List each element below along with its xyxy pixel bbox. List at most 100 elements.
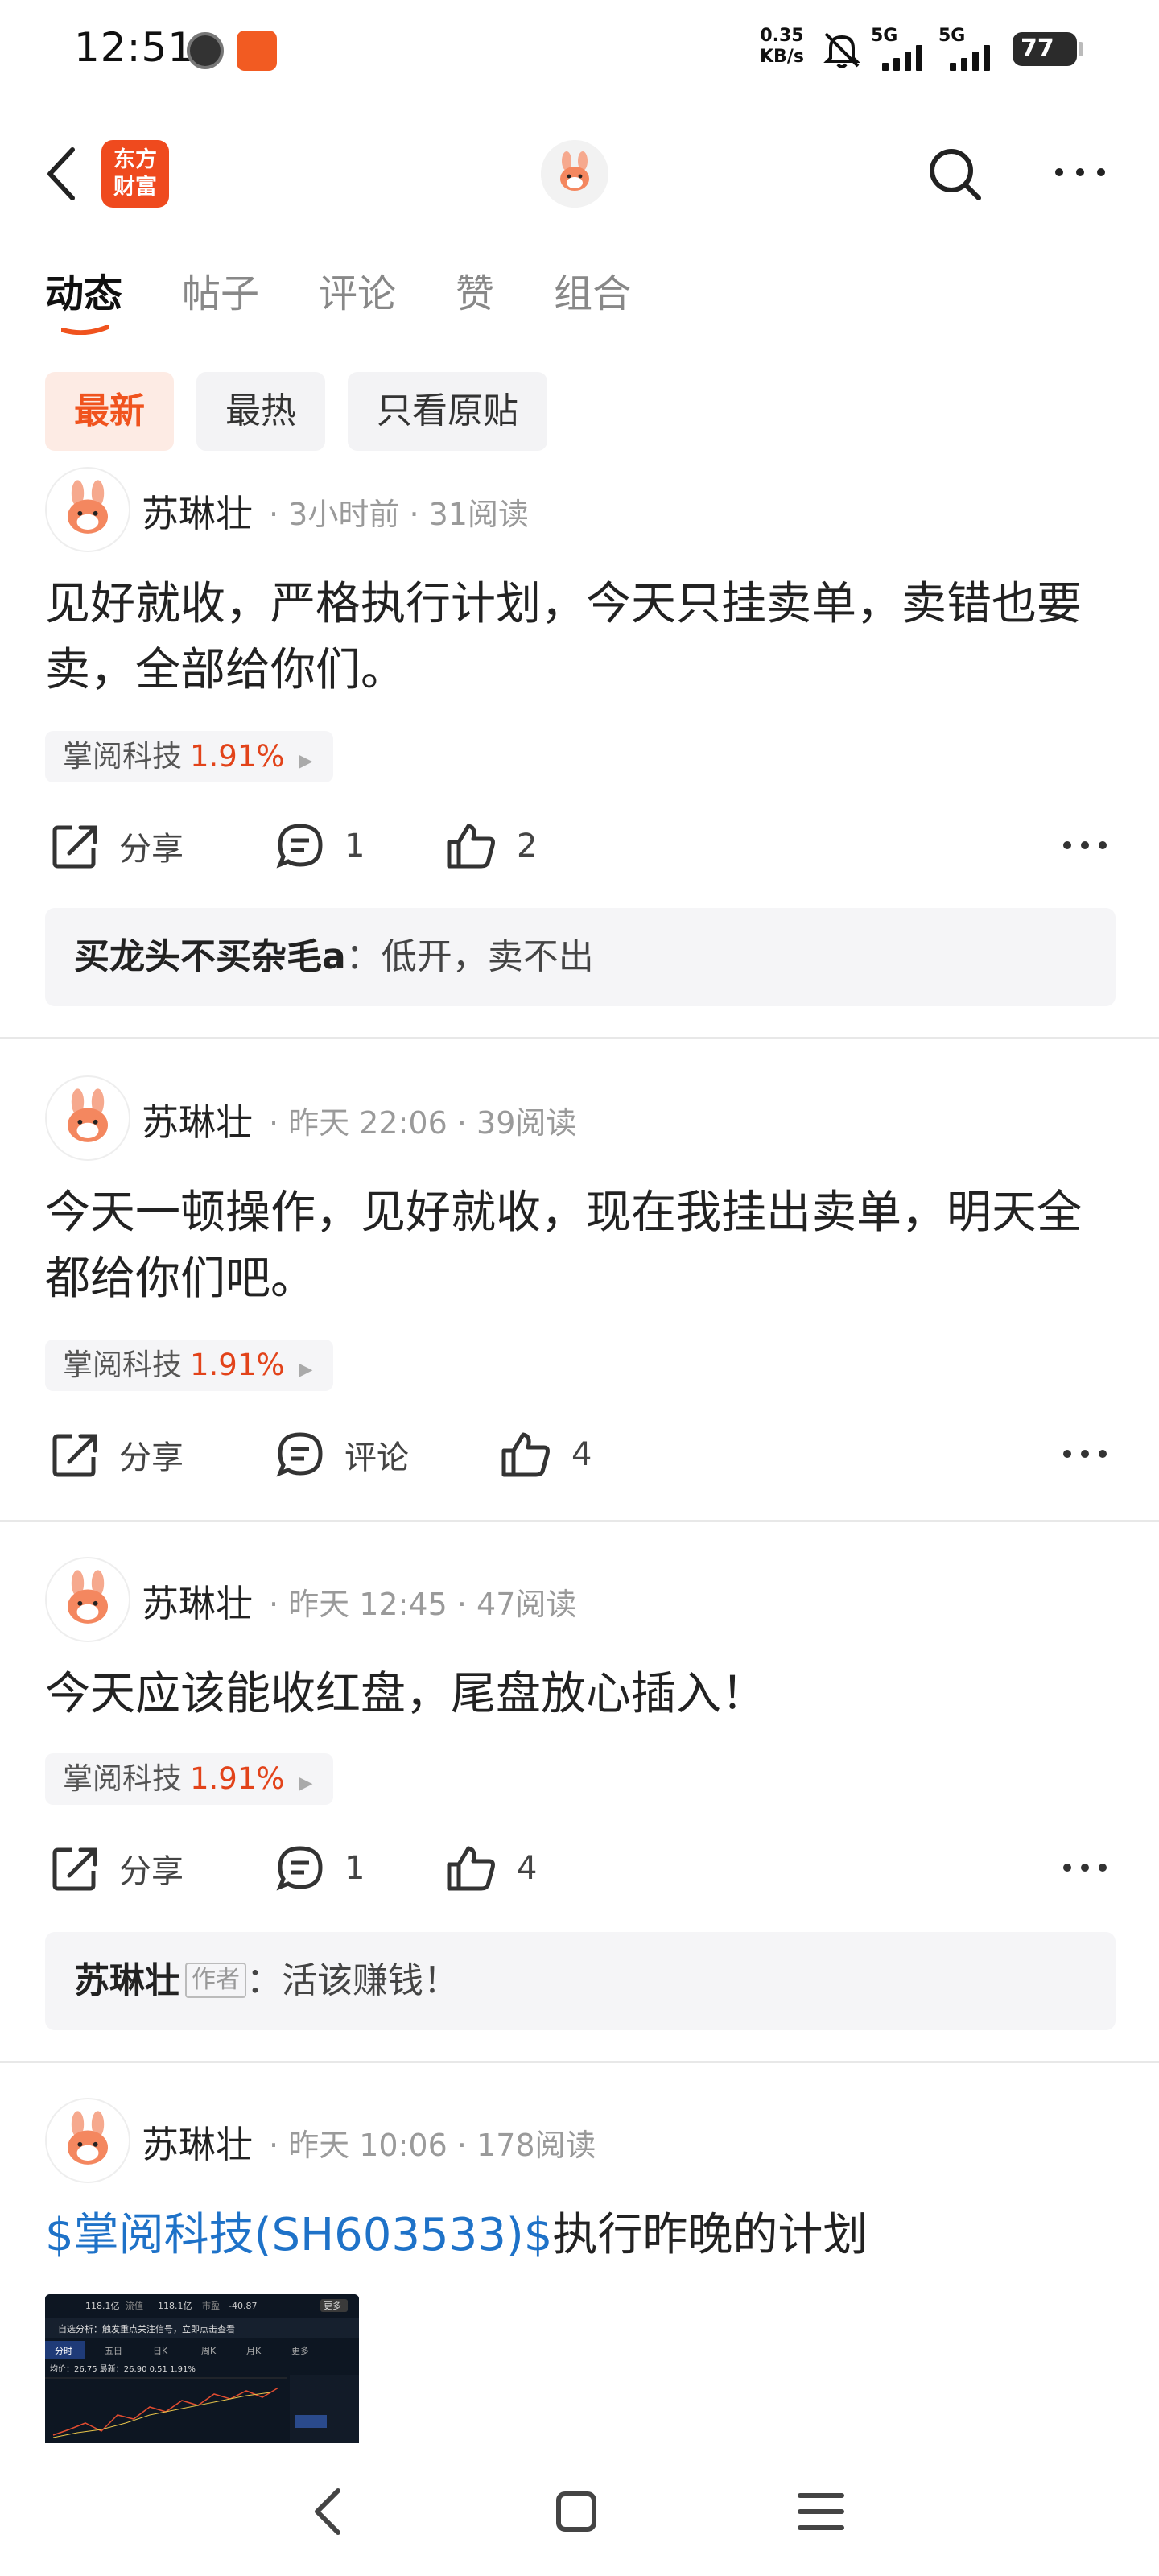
user-avatar[interactable]: [541, 140, 608, 208]
eastmoney-logo[interactable]: 东方 财富: [101, 140, 169, 208]
post-body[interactable]: 见好就收，严格执行计划，今天只挂卖单，卖错也要卖，全部给你们。: [45, 572, 1116, 704]
signal-sim2-icon: 5G: [938, 26, 1013, 71]
mute-bell-icon: [823, 32, 860, 68]
post-username[interactable]: 苏琳壮: [142, 2116, 253, 2169]
comment-icon: [276, 824, 323, 869]
share-button[interactable]: 分享: [50, 1430, 184, 1480]
comment-icon: [276, 1432, 323, 1477]
post-avatar[interactable]: [45, 467, 130, 552]
post-reads: 39阅读: [476, 1105, 577, 1141]
network-speed-unit: KB/s: [760, 47, 804, 67]
post-reads: 31阅读: [428, 497, 529, 532]
play-arrow-icon: ▶: [299, 751, 313, 771]
filter-original-only[interactable]: 只看原贴: [348, 372, 547, 451]
thumb-price-line: 均价：26.75 最新：26.90 0.51 1.91%: [50, 2363, 196, 2374]
post-username[interactable]: 苏琳壮: [142, 1575, 253, 1628]
comment-button[interactable]: 1: [275, 821, 365, 871]
signal-sim1-icon: 5G: [871, 26, 945, 71]
post-body[interactable]: 今天应该能收红盘，尾盘放心插入！: [45, 1662, 1116, 1728]
post-username[interactable]: 苏琳壮: [142, 1093, 253, 1146]
post-more-icon[interactable]: [1061, 1852, 1109, 1884]
post-more-icon[interactable]: [1061, 829, 1109, 861]
comment-button[interactable]: 评论: [275, 1430, 409, 1480]
comment-separator: ：: [246, 1960, 282, 2001]
battery-icon: 77: [1013, 32, 1083, 66]
comment-icon: [276, 1846, 323, 1891]
comment-count: 1: [344, 1850, 365, 1887]
back-icon[interactable]: [40, 143, 89, 204]
search-icon[interactable]: [922, 142, 987, 206]
post-divider: [0, 1520, 1159, 1522]
post-time: 昨天 12:45: [288, 1587, 448, 1622]
tab-label: 动态: [45, 271, 123, 316]
system-nav-bar: [0, 2447, 1159, 2576]
share-icon: [52, 1847, 97, 1891]
post-avatar[interactable]: [45, 2098, 130, 2183]
post-meta: · 昨天 12:45 · 47阅读: [269, 1587, 577, 1622]
comment-text: 活该赚钱！: [282, 1960, 459, 2001]
notification-app-icon: [237, 31, 277, 71]
nav-back-icon[interactable]: [298, 2479, 362, 2544]
stock-tag[interactable]: 掌阅科技 1.91% ▶: [45, 1340, 334, 1391]
stock-tag[interactable]: 掌阅科技 1.91% ▶: [45, 731, 334, 782]
filter-latest[interactable]: 最新: [45, 372, 174, 451]
network-speed-value: 0.35: [760, 26, 804, 46]
post-body[interactable]: $掌阅科技(SH603533)$执行昨晚的计划: [45, 2202, 1116, 2268]
thumb-tab-weekly: 周K: [201, 2346, 217, 2356]
like-button[interactable]: 2: [444, 821, 537, 871]
tab-label: 组合: [554, 271, 632, 316]
nav-home-icon[interactable]: [544, 2479, 608, 2544]
more-icon[interactable]: [1051, 143, 1109, 201]
tab-posts[interactable]: 帖子: [182, 258, 259, 330]
stock-link[interactable]: $掌阅科技(SH603533)$: [45, 2209, 552, 2261]
tab-label: 评论: [319, 271, 397, 316]
tab-comments[interactable]: 评论: [319, 258, 396, 330]
thumb-banner: 自选分析：触发重点关注信号，立即点击查看: [58, 2323, 235, 2334]
thumb-tab-5day: 五日: [105, 2346, 122, 2356]
logo-line2: 财富: [113, 175, 157, 200]
post-body[interactable]: 今天一顿操作，见好就收，现在我挂出卖单，明天全都给你们吧。: [45, 1180, 1116, 1312]
nav-menu-icon[interactable]: [789, 2479, 853, 2544]
like-button[interactable]: 4: [444, 1843, 537, 1893]
stock-change: 1.91%: [190, 739, 285, 774]
comment-count: 1: [344, 828, 365, 865]
share-button[interactable]: 分享: [50, 1843, 184, 1893]
filter-hottest[interactable]: 最热: [196, 372, 325, 451]
logo-line1: 东方: [113, 147, 157, 172]
post-divider: [0, 1037, 1159, 1039]
share-button[interactable]: 分享: [50, 821, 184, 871]
thumb-value1: 118.1亿: [85, 2301, 120, 2311]
tab-likes[interactable]: 赞: [456, 258, 494, 330]
post-avatar[interactable]: [45, 1075, 130, 1161]
comment-button[interactable]: 1: [275, 1843, 365, 1893]
like-button[interactable]: 4: [499, 1430, 592, 1480]
post-username[interactable]: 苏琳壮: [142, 485, 253, 538]
post-time: 昨天 22:06: [288, 1105, 448, 1141]
like-count: 2: [517, 828, 538, 865]
tab-label: 帖子: [182, 271, 260, 316]
thumbs-up-icon: [447, 824, 495, 869]
post-avatar[interactable]: [45, 1557, 130, 1642]
top-comment[interactable]: 苏琳壮 作者 ：活该赚钱！: [45, 1932, 1116, 2030]
stock-name: 掌阅科技: [63, 1761, 182, 1796]
stock-name: 掌阅科技: [63, 739, 182, 774]
status-bar: 12:51 0.35 KB/s 5G 5G 77: [0, 0, 1159, 100]
post-body-text: 执行昨晚的计划: [552, 2209, 868, 2261]
post-meta: · 昨天 10:06 · 178阅读: [269, 2128, 596, 2163]
comment-username[interactable]: 买龙头不买杂毛a: [74, 936, 346, 977]
share-icon: [52, 1434, 97, 1477]
comment-username[interactable]: 苏琳壮: [74, 1960, 180, 2001]
thumbs-up-icon: [501, 1432, 550, 1477]
post-time: 昨天 10:06: [288, 2128, 448, 2163]
thumb-tab-daily: 日K: [153, 2346, 168, 2356]
stock-tag[interactable]: 掌阅科技 1.91% ▶: [45, 1753, 334, 1805]
top-comment[interactable]: 买龙头不买杂毛a：低开，卖不出: [45, 908, 1116, 1006]
play-arrow-icon: ▶: [299, 1773, 313, 1794]
thumb-tab-monthly: 月K: [246, 2346, 262, 2356]
post-more-icon[interactable]: [1061, 1438, 1109, 1470]
post-image-thumbnail[interactable]: 118.1亿 流值 118.1亿 市盈 -40.87 更多 自选分析：触发重点关…: [45, 2294, 359, 2443]
post-meta: · 3小时前 · 31阅读: [269, 497, 529, 532]
tab-dynamic[interactable]: 动态: [45, 258, 123, 335]
tab-portfolio[interactable]: 组合: [554, 258, 631, 330]
battery-level: 77: [1021, 35, 1054, 63]
